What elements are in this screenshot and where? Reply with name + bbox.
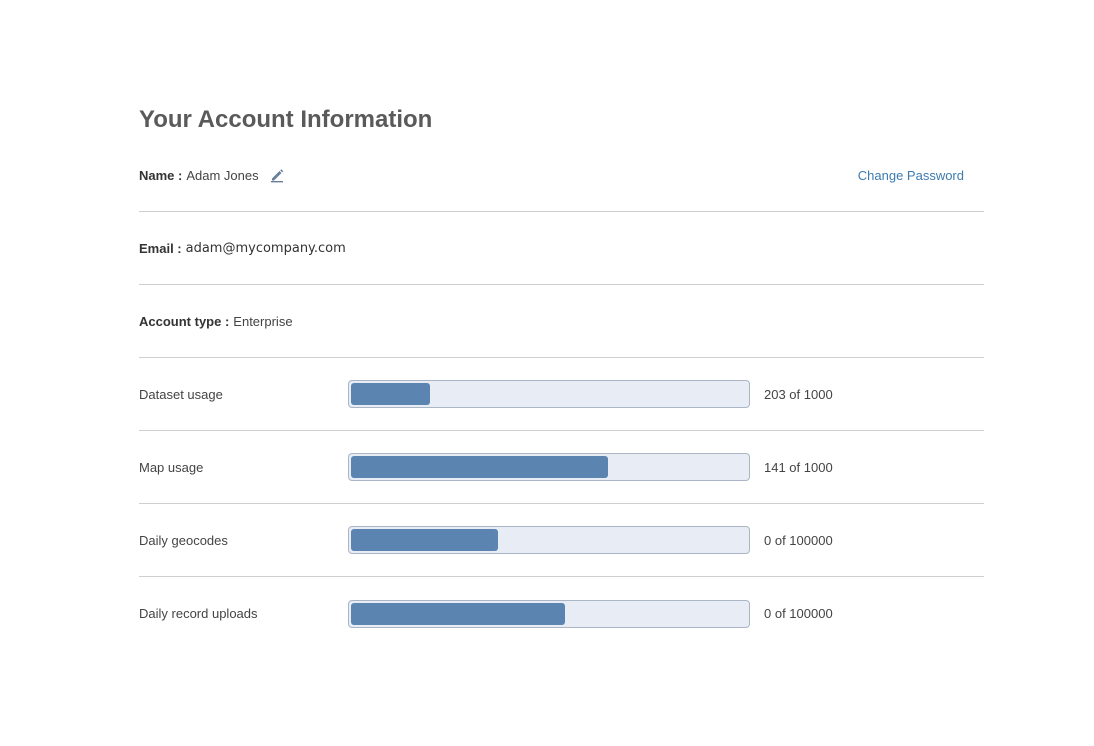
email-value: adam@mycompany.com (185, 240, 346, 256)
pencil-icon[interactable] (269, 167, 285, 183)
usage-count: 203 of 1000 (764, 386, 833, 402)
usage-label: Dataset usage (139, 386, 223, 402)
usage-row-record-uploads: Daily record uploads 0 of 100000 (139, 577, 984, 650)
usage-label: Map usage (139, 459, 204, 475)
usage-count: 0 of 100000 (764, 606, 833, 621)
usage-progress-bar (348, 453, 750, 481)
usage-progress-fill (351, 456, 609, 478)
account-type-value: Enterprise (233, 313, 293, 329)
change-password-link[interactable]: Change Password (858, 168, 964, 183)
email-label: Email : (139, 240, 182, 256)
usage-label: Daily geocodes (139, 532, 228, 548)
usage-progress-bar (348, 526, 750, 554)
usage-progress-bar (348, 599, 750, 628)
usage-progress-fill (351, 602, 565, 625)
name-row: Name : Adam Jones Change Password (139, 139, 984, 212)
name-label: Name : (139, 167, 183, 183)
usage-progress-fill (351, 383, 431, 405)
account-type-label: Account type : (139, 313, 230, 329)
usage-row-map: Map usage 141 of 1000 (139, 431, 984, 504)
usage-progress-bar (348, 380, 750, 408)
usage-count: 141 of 1000 (764, 459, 833, 475)
email-row: Email : adam@mycompany.com (139, 212, 984, 285)
name-value: Adam Jones (186, 167, 259, 183)
usage-row-dataset: Dataset usage 203 of 1000 (139, 358, 984, 431)
usage-progress-fill (351, 529, 498, 551)
page-title: Your Account Information (139, 106, 433, 133)
account-type-row: Account type : Enterprise (139, 285, 984, 358)
usage-count: 0 of 100000 (764, 532, 833, 548)
usage-row-geocodes: Daily geocodes 0 of 100000 (139, 504, 984, 577)
usage-label: Daily record uploads (139, 606, 258, 621)
